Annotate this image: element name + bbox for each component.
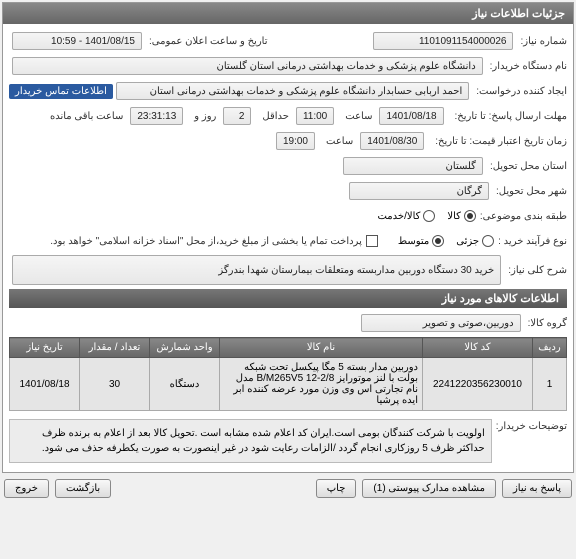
th-idx: ردیف: [533, 338, 567, 358]
row-buyer-org: نام دستگاه خریدار: دانشگاه علوم پزشکی و …: [9, 55, 567, 77]
row-credit: زمان تاریخ اعتبار قیمت: تا تاریخ: 1401/0…: [9, 130, 567, 152]
row-need-number: شماره نیاز: 1101091154000026 تاریخ و ساع…: [9, 30, 567, 52]
budget-radio-group: کالا کالا/خدمت: [377, 210, 475, 222]
summary-value: خرید 30 دستگاه دوربین مداربسته ومتعلقات …: [12, 255, 501, 285]
bottom-left-group: پاسخ به نیاز مشاهده مدارک پیوستی (1) چاپ: [316, 479, 572, 498]
row-notes: توضیحات خریدار: اولویت با شرکت کنندگان ب…: [9, 415, 567, 463]
items-section-header: اطلاعات کالاهای مورد نیاز: [9, 289, 567, 308]
remaining-label: ساعت باقی مانده: [46, 111, 123, 122]
contact-badge[interactable]: اطلاعات تماس خریدار: [9, 84, 113, 99]
cell-code: 2241220356230010: [423, 358, 533, 411]
radio-dot-icon: [482, 235, 494, 247]
province-label: استان محل تحویل:: [486, 161, 567, 172]
credit-label: زمان تاریخ اعتبار قیمت: تا تاریخ:: [431, 136, 567, 147]
th-date: تاریخ نیاز: [10, 338, 80, 358]
back-button[interactable]: بازگشت: [55, 479, 111, 498]
panel-title: جزئیات اطلاعات نیاز: [3, 3, 573, 24]
min-label: حداقل: [258, 111, 289, 122]
items-table: ردیف کد کالا نام کالا واحد شمارش تعداد /…: [9, 337, 567, 411]
need-number-label: شماره نیاز:: [516, 36, 567, 47]
row-budget: طبقه بندی موضوعی: کالا کالا/خدمت: [9, 205, 567, 227]
cell-unit: دستگاه: [150, 358, 220, 411]
day-and-label: روز و: [190, 111, 216, 122]
need-details-panel: جزئیات اطلاعات نیاز شماره نیاز: 11010911…: [2, 2, 574, 473]
cell-name: دوربین مدار بسته 5 مگا پیکسل تحت شبکه بو…: [220, 358, 423, 411]
need-number-value: 1101091154000026: [373, 32, 513, 50]
buyer-org-label: نام دستگاه خریدار:: [486, 61, 567, 72]
buyer-org-value: دانشگاه علوم پزشکی و خدمات بهداشتی درمان…: [12, 57, 483, 75]
notes-text: اولویت با شرکت کنندگان بومی است.ایران کد…: [9, 419, 492, 463]
deadline-time: 11:00: [296, 107, 334, 125]
row-province: استان محل تحویل: گلستان: [9, 155, 567, 177]
radio-moto[interactable]: متوسط: [398, 235, 444, 247]
group-label: گروه کالا:: [524, 318, 567, 329]
announce-label: تاریخ و ساعت اعلان عمومی:: [145, 36, 268, 47]
th-name: نام کالا: [220, 338, 423, 358]
row-deadline: مهلت ارسال پاسخ: تا تاریخ: 1401/08/18 سا…: [9, 105, 567, 127]
city-value: گرگان: [349, 182, 489, 200]
radio-dot-checked-icon: [464, 210, 476, 222]
cell-idx: 1: [533, 358, 567, 411]
radio-dot-checked-icon: [432, 235, 444, 247]
bottom-bar: پاسخ به نیاز مشاهده مدارک پیوستی (1) چاپ…: [0, 475, 576, 502]
credit-time: 19:00: [276, 132, 315, 150]
radio-dot-icon: [423, 210, 435, 222]
row-city: شهر محل تحویل: گرگان: [9, 180, 567, 202]
reply-button[interactable]: پاسخ به نیاز: [502, 479, 572, 498]
deadline-date: 1401/08/18: [379, 107, 443, 125]
table-header-row: ردیف کد کالا نام کالا واحد شمارش تعداد /…: [10, 338, 567, 358]
cell-qty: 30: [80, 358, 150, 411]
payment-text: پرداخت تمام یا بخشی از مبلغ خرید،از محل …: [46, 236, 366, 247]
remaining-time: 23:31:13: [130, 107, 183, 125]
row-group: گروه کالا: دوربین،صوتی و تصویر: [9, 312, 567, 334]
row-process: نوع فرآیند خرید : جزئی متوسط پرداخت تمام…: [9, 230, 567, 252]
th-qty: تعداد / مقدار: [80, 338, 150, 358]
cell-date: 1401/08/18: [10, 358, 80, 411]
deadline-label: مهلت ارسال پاسخ: تا تاریخ:: [451, 111, 567, 122]
radio-joz[interactable]: جزئی: [456, 235, 494, 247]
time-label-2: ساعت: [322, 136, 353, 147]
group-value: دوربین،صوتی و تصویر: [361, 314, 521, 332]
announce-value: 1401/08/15 - 10:59: [12, 32, 142, 50]
days-value: 2: [223, 107, 251, 125]
print-button[interactable]: چاپ: [316, 479, 357, 498]
bottom-right-group: بازگشت خروج: [4, 479, 111, 498]
th-unit: واحد شمارش: [150, 338, 220, 358]
row-summary: شرح کلی نیاز: خرید 30 دستگاه دوربین مدار…: [9, 255, 567, 285]
row-creator: ایجاد کننده درخواست: احمد اربابی حسابدار…: [9, 80, 567, 102]
payment-checkbox[interactable]: [366, 235, 378, 247]
radio-kala[interactable]: کالا: [447, 210, 476, 222]
creator-label: ایجاد کننده درخواست:: [472, 86, 567, 97]
creator-value: احمد اربابی حسابدار دانشگاه علوم پزشکی و…: [116, 82, 469, 100]
radio-khadamat[interactable]: کالا/خدمت: [377, 210, 435, 222]
province-value: گلستان: [343, 157, 483, 175]
attachments-button[interactable]: مشاهده مدارک پیوستی (1): [362, 479, 496, 498]
process-radio-group: جزئی متوسط: [398, 235, 494, 247]
time-label-1: ساعت: [341, 111, 372, 122]
budget-label: طبقه بندی موضوعی:: [476, 211, 567, 222]
summary-label: شرح کلی نیاز:: [504, 265, 567, 276]
city-label: شهر محل تحویل:: [492, 186, 567, 197]
notes-label: توضیحات خریدار:: [492, 415, 567, 432]
table-row: 1 2241220356230010 دوربین مدار بسته 5 مگ…: [10, 358, 567, 411]
th-code: کد کالا: [423, 338, 533, 358]
credit-date: 1401/08/30: [360, 132, 424, 150]
panel-body: شماره نیاز: 1101091154000026 تاریخ و ساع…: [3, 24, 573, 472]
process-label: نوع فرآیند خرید :: [494, 236, 567, 247]
exit-button[interactable]: خروج: [4, 479, 49, 498]
